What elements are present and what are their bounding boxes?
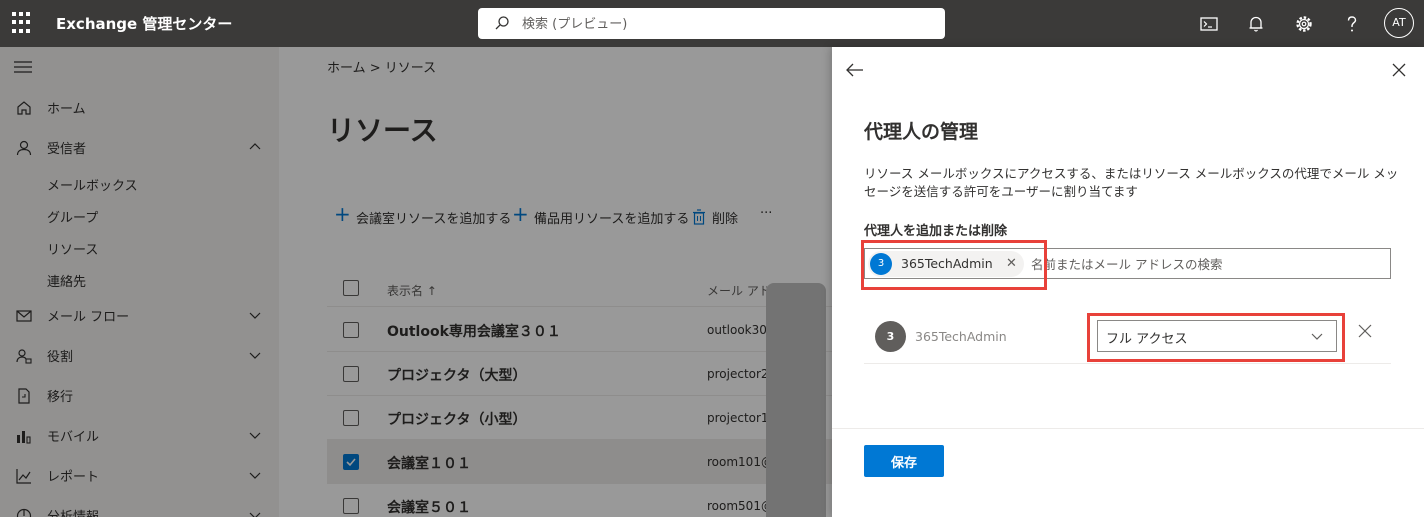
section-label: 代理人を追加または削除 xyxy=(864,224,1008,239)
terminal-icon[interactable] xyxy=(1196,11,1222,37)
highlight-box xyxy=(1087,313,1345,362)
delegate-avatar: 3 xyxy=(875,321,906,352)
search-input[interactable] xyxy=(522,14,922,34)
remove-delegate-icon[interactable] xyxy=(1358,324,1372,338)
people-search-input[interactable] xyxy=(1031,255,1371,273)
help-icon[interactable] xyxy=(1339,11,1365,37)
user-avatar[interactable]: AT xyxy=(1384,8,1414,38)
bell-icon[interactable] xyxy=(1243,11,1269,37)
app-launcher-icon[interactable] xyxy=(12,12,34,34)
close-icon[interactable] xyxy=(1392,63,1406,77)
manage-delegates-panel: 代理人の管理 リソース メールボックスにアクセスする、またはリソース メールボッ… xyxy=(832,47,1424,517)
app-title[interactable]: Exchange 管理センター xyxy=(56,13,232,34)
grey-overlay xyxy=(766,283,826,517)
search-icon xyxy=(495,16,509,30)
search-box[interactable] xyxy=(478,8,945,39)
delegate-name: 365TechAdmin xyxy=(915,329,1007,344)
panel-description: リソース メールボックスにアクセスする、またはリソース メールボックスの代理でメ… xyxy=(864,166,1399,199)
panel-title: 代理人の管理 xyxy=(864,121,979,143)
back-arrow-icon[interactable] xyxy=(846,63,864,77)
panel-footer-divider xyxy=(832,428,1424,429)
save-button[interactable]: 保存 xyxy=(864,445,944,477)
gear-icon[interactable] xyxy=(1291,11,1317,37)
modal-backdrop[interactable] xyxy=(0,47,832,517)
highlight-box xyxy=(861,240,1047,290)
top-bar: Exchange 管理センター AT xyxy=(0,0,1424,47)
